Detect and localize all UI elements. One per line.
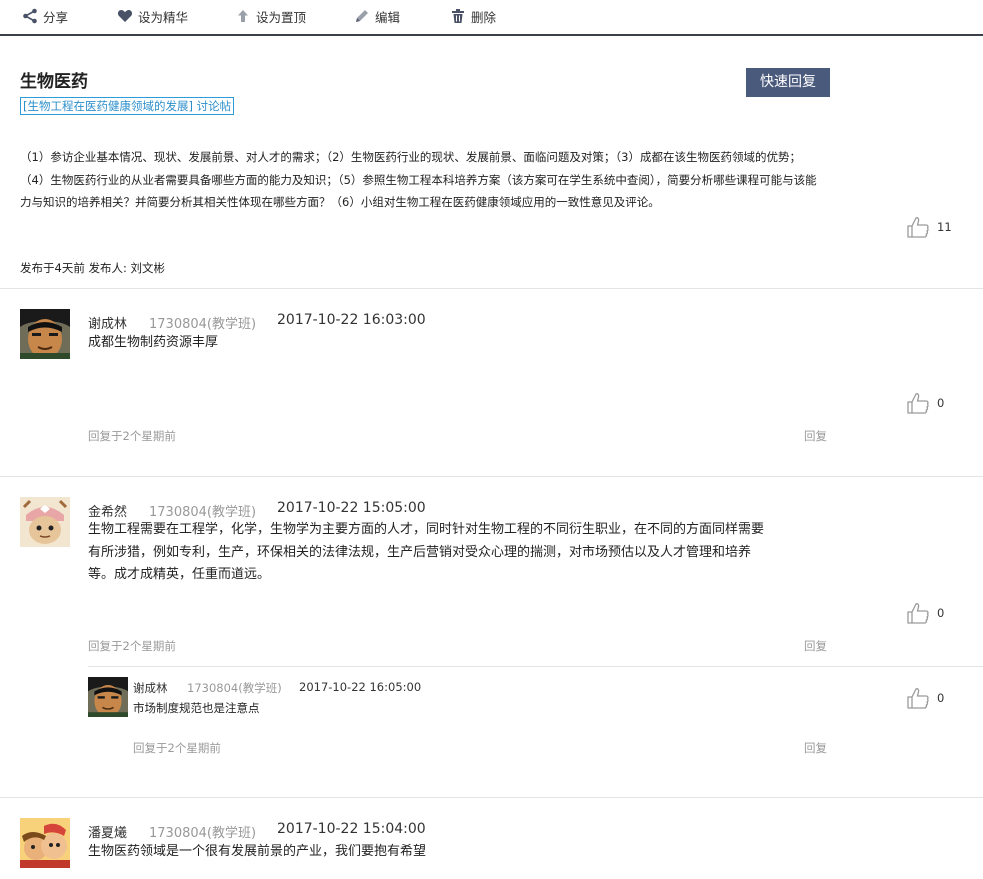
share-label: 分享 [43, 9, 69, 25]
reply-link[interactable]: 回复 [804, 740, 827, 756]
share-button[interactable]: 分享 [22, 7, 68, 25]
avatar[interactable] [20, 497, 70, 547]
reply-link[interactable]: 回复 [804, 638, 827, 654]
comment-text: 市场制度规范也是注意点 [133, 701, 260, 715]
comment-time: 2017-10-22 16:05:00 [299, 680, 422, 694]
comment-like-count: 0 [937, 396, 945, 410]
comment-reply-time: 回复于2个星期前 [133, 741, 221, 755]
comment-time: 2017-10-22 15:04:00 [277, 821, 426, 837]
thumbs-up-icon [906, 216, 930, 238]
arrow-up-icon [238, 10, 248, 22]
comment-reply-time: 回复于2个星期前 [88, 639, 176, 653]
comment-author[interactable]: 金希然 [88, 501, 127, 520]
divider [0, 288, 983, 289]
comment-like-count: 0 [937, 606, 945, 620]
delete-label: 删除 [471, 9, 497, 25]
comment-line: 生物医药领域是一个很有发展前景的产业，我们要抱有希望 [88, 844, 427, 859]
comment-author[interactable]: 谢成林 [133, 680, 168, 696]
topic-tag-link[interactable]: [生物工程在医药健康领域的发展] 讨论帖 [20, 97, 235, 115]
divider [88, 666, 983, 667]
post-body-line: （4）生物医药行业的从业者需要具备哪些方面的能力及知识；（5）参照生物工程本科培… [20, 172, 817, 187]
avatar[interactable] [88, 677, 128, 717]
comment-text: 生物工程需要在工程学，化学，生物学为主要方面的人才，同时针对生物工程的不同衍生职… [88, 519, 828, 587]
divider [0, 476, 983, 477]
delete-button[interactable]: 删除 [450, 7, 496, 25]
comment-like-button[interactable]: 0 [906, 392, 944, 414]
comment-like-button[interactable]: 0 [906, 687, 944, 709]
comment-class-id: 1730804(教学班) [149, 505, 257, 520]
heart-icon [117, 10, 133, 22]
comment-author[interactable]: 谢成林 [88, 313, 127, 332]
comment-time: 2017-10-22 16:03:00 [277, 312, 426, 328]
post-meta: 发布于4天前 发布人: 刘文彬 [20, 261, 166, 275]
feature-label: 设为精华 [138, 9, 189, 25]
comment-line: 等。成才成精英，任重而道远。 [88, 567, 271, 582]
edit-label: 编辑 [375, 9, 401, 25]
comment-like-button[interactable]: 0 [906, 602, 944, 624]
avatar-image [20, 818, 70, 868]
pencil-icon [356, 10, 368, 22]
thumbs-up-icon [906, 687, 930, 709]
comment-reply-time: 回复于2个星期前 [88, 429, 176, 443]
divider [0, 797, 983, 798]
post-toolbar: 分享 设为精华 设为置顶 编辑 删除 [0, 0, 983, 36]
comment-line: 成都生物制药资源丰厚 [88, 335, 219, 350]
edit-button[interactable]: 编辑 [354, 7, 400, 25]
avatar[interactable] [20, 818, 70, 868]
comment-text: 成都生物制药资源丰厚 [88, 332, 218, 355]
avatar-image [20, 309, 70, 359]
comment-author[interactable]: 潘夏爔 [88, 822, 127, 841]
trash-icon [452, 9, 464, 23]
comment-text: 生物医药领域是一个很有发展前景的产业，我们要抱有希望 [88, 841, 426, 864]
share-icon [23, 8, 37, 24]
reply-link[interactable]: 回复 [804, 428, 827, 444]
comment-time: 2017-10-22 15:05:00 [277, 500, 426, 516]
feature-button[interactable]: 设为精华 [117, 7, 188, 25]
post-like-count: 11 [937, 220, 952, 234]
comment-like-count: 0 [937, 691, 945, 705]
avatar-image [88, 677, 128, 717]
post-body-line: 力与知识的培养相关？并简要分析其相关性体现在哪些方面？（6）小组对生物工程在医药… [20, 195, 660, 209]
comment-class-id: 1730804(教学班) [149, 317, 257, 332]
comment-class-id: 1730804(教学班) [149, 826, 257, 841]
avatar[interactable] [20, 309, 70, 359]
post-body-line: （1）参访企业基本情况、现状、发展前景、对人才的需求；（2）生物医药行业的现状、… [20, 150, 801, 164]
thumbs-up-icon [906, 602, 930, 624]
post-body: （1）参访企业基本情况、现状、发展前景、对人才的需求；（2）生物医药行业的现状、… [20, 146, 865, 214]
quick-reply-button[interactable]: 快速回复 [746, 68, 830, 97]
comment-line: 生物工程需要在工程学，化学，生物学为主要方面的人才，同时针对生物工程的不同衍生职… [88, 522, 765, 537]
avatar-image [20, 497, 70, 547]
post-like-button[interactable]: 11 [906, 216, 952, 238]
comment-class-id: 1730804(教学班) [187, 681, 282, 695]
thumbs-up-icon [906, 392, 930, 414]
comment-line: 有所涉猎，例如专利，生产，环保相关的法律法规，生产后营销对受众心理的揣测，对市场… [88, 544, 752, 560]
pin-label: 设为置顶 [256, 9, 307, 25]
pin-button[interactable]: 设为置顶 [235, 7, 306, 25]
post-title: 生物医药 [20, 72, 88, 92]
